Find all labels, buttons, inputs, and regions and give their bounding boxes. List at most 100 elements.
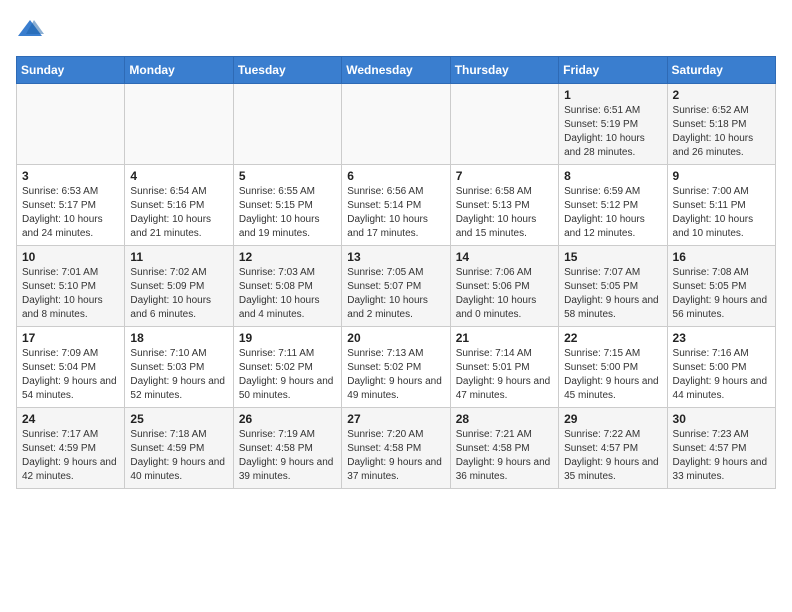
logo-icon [16, 16, 44, 44]
calendar-cell: 8 Sunrise: 6:59 AM Sunset: 5:12 PM Daylig… [559, 165, 667, 246]
day-info: Sunrise: 6:51 AM Sunset: 5:19 PM Dayligh… [564, 104, 661, 160]
day-number: 21 [456, 331, 553, 345]
weekday-header-friday: Friday [559, 57, 667, 84]
calendar-cell: 11 Sunrise: 7:02 AM Sunset: 5:09 PM Dayli… [125, 246, 233, 327]
calendar-cell: 10 Sunrise: 7:01 AM Sunset: 5:10 PM Dayli… [17, 246, 125, 327]
day-info: Sunrise: 7:10 AM Sunset: 5:03 PM Dayligh… [130, 347, 227, 403]
day-info: Sunrise: 7:15 AM Sunset: 5:00 PM Dayligh… [564, 347, 661, 403]
calendar-week-1: 1 Sunrise: 6:51 AM Sunset: 5:19 PM Daylig… [17, 84, 776, 165]
day-number: 18 [130, 331, 227, 345]
day-info: Sunrise: 6:53 AM Sunset: 5:17 PM Dayligh… [22, 185, 119, 241]
weekday-header-row: SundayMondayTuesdayWednesdayThursdayFrid… [17, 57, 776, 84]
calendar-cell: 6Sunrise: 6:56 AM Sunset: 5:14 PM Daylig… [342, 165, 450, 246]
calendar-cell: 18 Sunrise: 7:10 AM Sunset: 5:03 PM Dayli… [125, 327, 233, 408]
calendar-week-4: 17 Sunrise: 7:09 AM Sunset: 5:04 PM Dayli… [17, 327, 776, 408]
day-info: Sunrise: 7:13 AM Sunset: 5:02 PM Dayligh… [347, 347, 444, 403]
calendar-week-5: 24Sunrise: 7:17 AM Sunset: 4:59 PM Dayli… [17, 408, 776, 489]
calendar-cell: 14 Sunrise: 7:06 AM Sunset: 5:06 PM Dayli… [450, 246, 558, 327]
calendar-cell: 21 Sunrise: 7:14 AM Sunset: 5:01 PM Dayli… [450, 327, 558, 408]
day-number: 2 [673, 88, 770, 102]
day-info: Sunrise: 6:59 AM Sunset: 5:12 PM Dayligh… [564, 185, 661, 241]
day-info: Sunrise: 7:11 AM Sunset: 5:02 PM Dayligh… [239, 347, 336, 403]
day-number: 16 [673, 250, 770, 264]
calendar-cell: 29 Sunrise: 7:22 AM Sunset: 4:57 PM Dayli… [559, 408, 667, 489]
day-number: 30 [673, 412, 770, 426]
day-info: Sunrise: 7:17 AM Sunset: 4:59 PM Dayligh… [22, 428, 119, 484]
day-number: 4 [130, 169, 227, 183]
calendar-cell: 22Sunrise: 7:15 AM Sunset: 5:00 PM Dayli… [559, 327, 667, 408]
weekday-header-tuesday: Tuesday [233, 57, 341, 84]
day-number: 9 [673, 169, 770, 183]
calendar-cell: 26 Sunrise: 7:19 AM Sunset: 4:58 PM Dayli… [233, 408, 341, 489]
calendar-cell: 23Sunrise: 7:16 AM Sunset: 5:00 PM Dayli… [667, 327, 775, 408]
calendar-cell: 15 Sunrise: 7:07 AM Sunset: 5:05 PM Dayli… [559, 246, 667, 327]
day-info: Sunrise: 7:08 AM Sunset: 5:05 PM Dayligh… [673, 266, 770, 322]
day-number: 27 [347, 412, 444, 426]
calendar-cell [450, 84, 558, 165]
day-info: Sunrise: 7:21 AM Sunset: 4:58 PM Dayligh… [456, 428, 553, 484]
weekday-header-sunday: Sunday [17, 57, 125, 84]
calendar-cell: 20 Sunrise: 7:13 AM Sunset: 5:02 PM Dayli… [342, 327, 450, 408]
day-number: 8 [564, 169, 661, 183]
calendar-cell: 2 Sunrise: 6:52 AM Sunset: 5:18 PM Daylig… [667, 84, 775, 165]
day-number: 20 [347, 331, 444, 345]
calendar-table: SundayMondayTuesdayWednesdayThursdayFrid… [16, 56, 776, 489]
calendar-cell: 4 Sunrise: 6:54 AM Sunset: 5:16 PM Daylig… [125, 165, 233, 246]
day-number: 15 [564, 250, 661, 264]
logo [16, 16, 48, 44]
day-number: 26 [239, 412, 336, 426]
calendar-cell [342, 84, 450, 165]
day-info: Sunrise: 7:19 AM Sunset: 4:58 PM Dayligh… [239, 428, 336, 484]
calendar-cell: 3Sunrise: 6:53 AM Sunset: 5:17 PM Daylig… [17, 165, 125, 246]
weekday-header-thursday: Thursday [450, 57, 558, 84]
weekday-header-wednesday: Wednesday [342, 57, 450, 84]
day-number: 12 [239, 250, 336, 264]
day-info: Sunrise: 7:09 AM Sunset: 5:04 PM Dayligh… [22, 347, 119, 403]
day-info: Sunrise: 7:07 AM Sunset: 5:05 PM Dayligh… [564, 266, 661, 322]
day-info: Sunrise: 7:22 AM Sunset: 4:57 PM Dayligh… [564, 428, 661, 484]
calendar-cell: 28 Sunrise: 7:21 AM Sunset: 4:58 PM Dayli… [450, 408, 558, 489]
calendar-cell: 25 Sunrise: 7:18 AM Sunset: 4:59 PM Dayli… [125, 408, 233, 489]
day-info: Sunrise: 7:06 AM Sunset: 5:06 PM Dayligh… [456, 266, 553, 322]
day-info: Sunrise: 7:03 AM Sunset: 5:08 PM Dayligh… [239, 266, 336, 322]
calendar-cell [125, 84, 233, 165]
day-number: 1 [564, 88, 661, 102]
day-number: 14 [456, 250, 553, 264]
calendar-cell [233, 84, 341, 165]
calendar-cell: 5 Sunrise: 6:55 AM Sunset: 5:15 PM Daylig… [233, 165, 341, 246]
calendar-cell: 7 Sunrise: 6:58 AM Sunset: 5:13 PM Daylig… [450, 165, 558, 246]
day-number: 10 [22, 250, 119, 264]
calendar-cell: 1 Sunrise: 6:51 AM Sunset: 5:19 PM Daylig… [559, 84, 667, 165]
day-info: Sunrise: 6:52 AM Sunset: 5:18 PM Dayligh… [673, 104, 770, 160]
day-info: Sunrise: 6:54 AM Sunset: 5:16 PM Dayligh… [130, 185, 227, 241]
calendar-cell: 24Sunrise: 7:17 AM Sunset: 4:59 PM Dayli… [17, 408, 125, 489]
calendar-cell: 17 Sunrise: 7:09 AM Sunset: 5:04 PM Dayli… [17, 327, 125, 408]
day-info: Sunrise: 7:18 AM Sunset: 4:59 PM Dayligh… [130, 428, 227, 484]
calendar-cell: 12 Sunrise: 7:03 AM Sunset: 5:08 PM Dayli… [233, 246, 341, 327]
day-number: 19 [239, 331, 336, 345]
calendar-cell: 27 Sunrise: 7:20 AM Sunset: 4:58 PM Dayli… [342, 408, 450, 489]
day-info: Sunrise: 7:02 AM Sunset: 5:09 PM Dayligh… [130, 266, 227, 322]
calendar-week-2: 3Sunrise: 6:53 AM Sunset: 5:17 PM Daylig… [17, 165, 776, 246]
day-number: 6 [347, 169, 444, 183]
page-header [16, 16, 776, 44]
day-number: 29 [564, 412, 661, 426]
day-number: 25 [130, 412, 227, 426]
day-info: Sunrise: 6:55 AM Sunset: 5:15 PM Dayligh… [239, 185, 336, 241]
day-info: Sunrise: 7:01 AM Sunset: 5:10 PM Dayligh… [22, 266, 119, 322]
day-number: 7 [456, 169, 553, 183]
day-info: Sunrise: 7:14 AM Sunset: 5:01 PM Dayligh… [456, 347, 553, 403]
day-number: 5 [239, 169, 336, 183]
weekday-header-saturday: Saturday [667, 57, 775, 84]
day-info: Sunrise: 7:00 AM Sunset: 5:11 PM Dayligh… [673, 185, 770, 241]
day-number: 11 [130, 250, 227, 264]
day-info: Sunrise: 7:20 AM Sunset: 4:58 PM Dayligh… [347, 428, 444, 484]
day-number: 28 [456, 412, 553, 426]
day-info: Sunrise: 7:23 AM Sunset: 4:57 PM Dayligh… [673, 428, 770, 484]
day-info: Sunrise: 6:58 AM Sunset: 5:13 PM Dayligh… [456, 185, 553, 241]
calendar-cell [17, 84, 125, 165]
calendar-cell: 9 Sunrise: 7:00 AM Sunset: 5:11 PM Daylig… [667, 165, 775, 246]
day-number: 17 [22, 331, 119, 345]
day-number: 13 [347, 250, 444, 264]
calendar-cell: 13Sunrise: 7:05 AM Sunset: 5:07 PM Dayli… [342, 246, 450, 327]
